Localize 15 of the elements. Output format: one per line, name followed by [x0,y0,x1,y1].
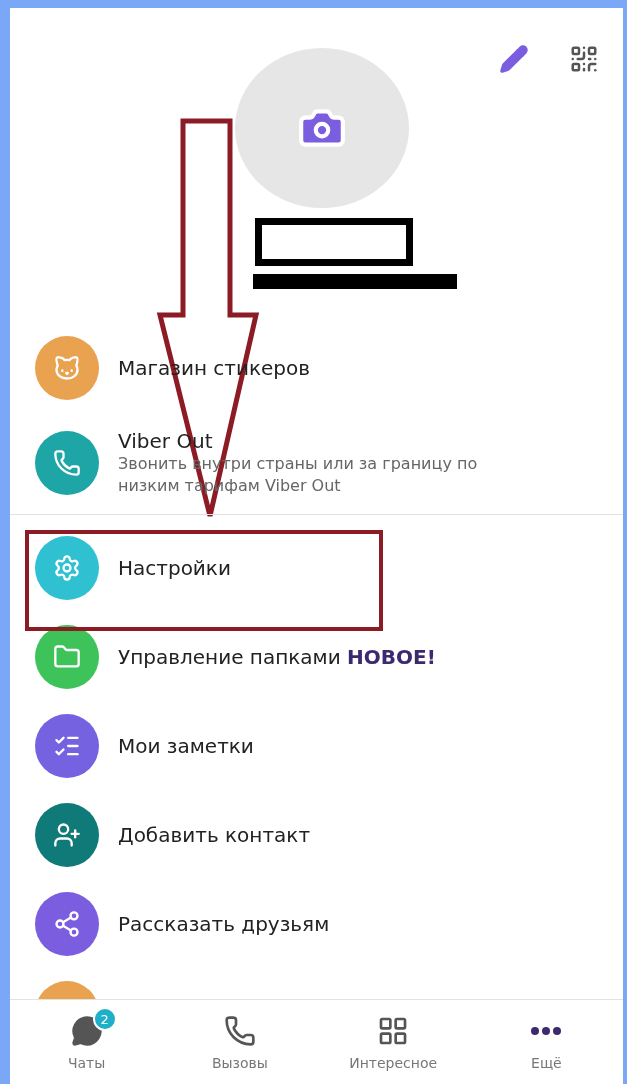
edit-icon[interactable] [499,44,529,74]
more-icon [531,1027,562,1035]
menu-item[interactable]: Управление папками НОВОЕ! [118,644,436,669]
nav-tab[interactable]: Вызовы [163,1000,317,1084]
chats-icon [70,1015,103,1047]
menu-item[interactable]: Рассказать друзьям [118,911,330,936]
nav-tab[interactable]: Ещё [469,1000,623,1084]
menu-item[interactable]: Добавить контакт [118,822,311,847]
nav-tab[interactable]: Интересное [316,1000,470,1084]
menu-item[interactable]: Мои заметки [118,733,254,758]
unread-badge: 2 [92,1007,117,1031]
qr-code-icon[interactable] [569,44,599,74]
menu-item[interactable]: Настройки [118,555,231,580]
nav-tab[interactable]: 2 Чаты [10,1000,164,1084]
calls-icon [223,1015,256,1047]
